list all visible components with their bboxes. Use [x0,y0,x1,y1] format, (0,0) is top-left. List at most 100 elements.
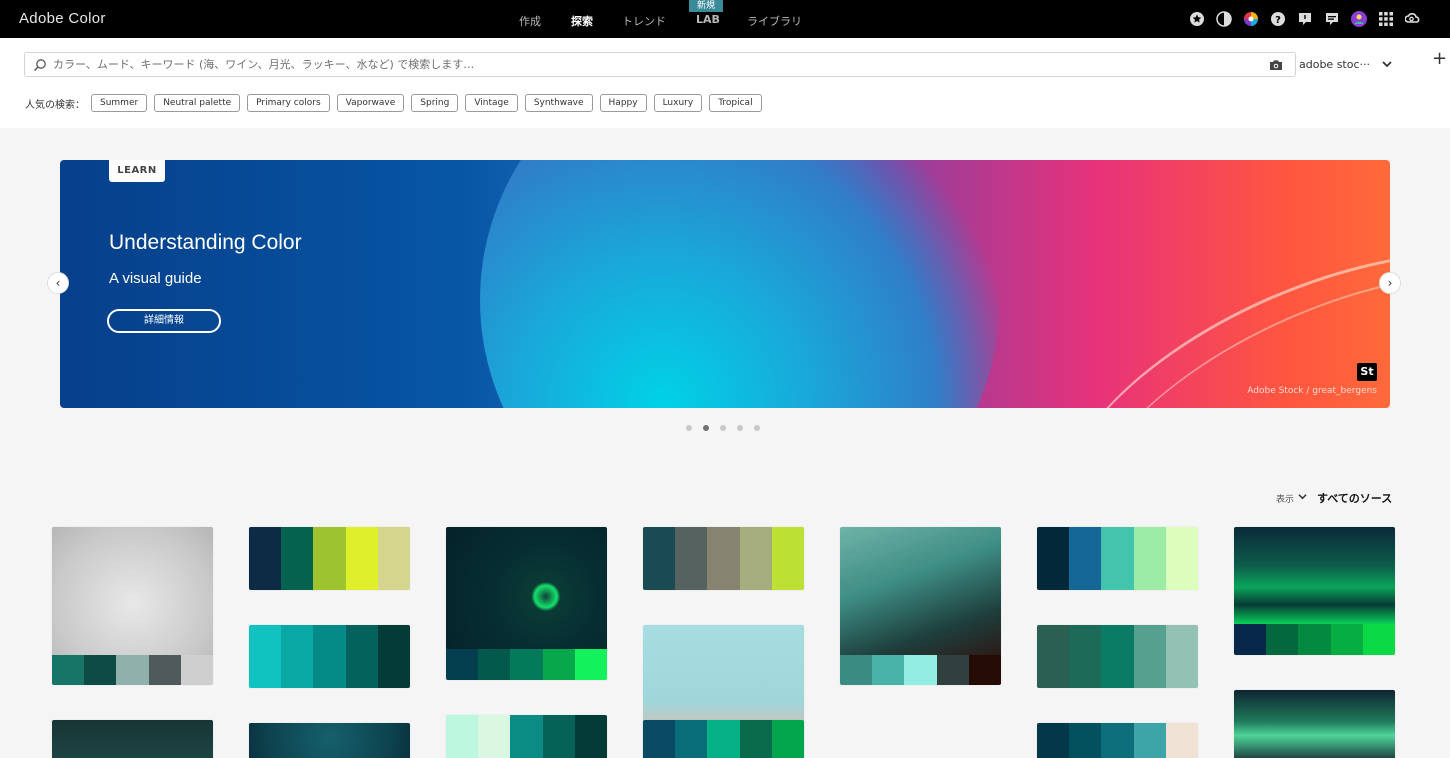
palette-card[interactable] [1234,690,1395,758]
color-swatch[interactable] [345,527,378,590]
color-swatch[interactable] [1165,625,1198,688]
popular-tag[interactable]: Summer [91,94,148,112]
carousel-next-button[interactable]: › [1379,272,1401,294]
color-swatch[interactable] [739,527,772,590]
color-swatch[interactable] [675,527,708,590]
palette-card[interactable] [446,715,607,758]
color-swatch[interactable] [643,527,676,590]
star-icon[interactable] [1188,10,1206,28]
color-swatch[interactable] [643,720,676,758]
help-icon[interactable]: ? [1269,10,1287,28]
nav-trends[interactable]: トレンド [622,13,666,29]
nav-lab[interactable]: LAB [696,13,720,26]
search-box[interactable] [24,52,1296,77]
color-swatch[interactable] [1101,625,1134,688]
color-swatch[interactable] [1101,723,1134,758]
contrast-icon[interactable] [1215,10,1233,28]
color-swatch[interactable] [840,655,873,685]
color-swatch[interactable] [148,655,181,685]
color-swatch[interactable] [510,715,543,758]
color-swatch[interactable] [707,720,740,758]
color-swatch[interactable] [872,655,905,685]
color-swatch[interactable] [1133,723,1166,758]
color-swatch[interactable] [675,720,708,758]
palette-card[interactable] [52,527,213,685]
color-swatch[interactable] [281,625,314,688]
carousel-dot-active[interactable] [703,425,709,431]
color-swatch[interactable] [1101,527,1134,590]
color-swatch[interactable] [377,625,410,688]
carousel-dot[interactable] [720,425,726,431]
palette-card[interactable] [643,527,804,590]
carousel-dot[interactable] [686,425,692,431]
popular-tag[interactable]: Luxury [653,94,703,112]
apps-grid-icon[interactable] [1377,10,1395,28]
user-avatar-icon[interactable] [1350,10,1368,28]
color-swatch[interactable] [52,655,85,685]
view-filter[interactable]: 表示 すべてのソース [1276,490,1392,506]
color-swatch[interactable] [1330,624,1363,655]
color-swatch[interactable] [1069,723,1102,758]
color-swatch[interactable] [968,655,1001,685]
popular-tag[interactable]: Vaporwave [336,94,405,112]
palette-card[interactable] [446,527,607,680]
color-wheel-icon[interactable] [1242,10,1260,28]
popular-tag[interactable]: Synthwave [524,94,593,112]
palette-card[interactable] [1037,625,1198,688]
feedback-icon[interactable] [1323,10,1341,28]
palette-card[interactable] [1234,527,1395,655]
palette-card[interactable] [1037,527,1198,590]
palette-card[interactable] [249,723,410,758]
color-swatch[interactable] [1234,624,1267,655]
popular-tag[interactable]: Spring [411,94,459,112]
palette-card[interactable] [1037,723,1198,758]
popular-tag[interactable]: Vintage [465,94,518,112]
palette-card[interactable] [249,625,410,688]
color-swatch[interactable] [1266,624,1299,655]
color-swatch[interactable] [345,625,378,688]
color-swatch[interactable] [313,527,346,590]
plus-icon[interactable]: + [1432,48,1447,69]
color-swatch[interactable] [1298,624,1331,655]
color-swatch[interactable] [771,527,804,590]
palette-card[interactable] [52,720,213,758]
source-dropdown[interactable]: adobe stoc··· [1299,58,1392,71]
color-swatch[interactable] [249,625,282,688]
color-swatch[interactable] [1037,625,1070,688]
color-swatch[interactable] [771,720,804,758]
color-swatch[interactable] [574,649,607,680]
carousel-dot[interactable] [737,425,743,431]
color-swatch[interactable] [180,655,213,685]
color-swatch[interactable] [1037,723,1070,758]
search-input[interactable] [53,56,1253,73]
camera-icon[interactable] [1269,57,1283,76]
color-swatch[interactable] [707,527,740,590]
nav-explore[interactable]: 探索 [571,13,593,29]
color-swatch[interactable] [542,649,575,680]
color-swatch[interactable] [1037,527,1070,590]
color-swatch[interactable] [542,715,575,758]
color-swatch[interactable] [936,655,969,685]
color-swatch[interactable] [249,527,282,590]
color-swatch[interactable] [1133,527,1166,590]
color-swatch[interactable] [446,715,479,758]
color-swatch[interactable] [313,625,346,688]
color-swatch[interactable] [281,527,314,590]
color-swatch[interactable] [84,655,117,685]
color-swatch[interactable] [1069,625,1102,688]
color-swatch[interactable] [1165,723,1198,758]
learn-more-button[interactable]: 詳細情報 [107,309,221,333]
palette-card[interactable] [840,527,1001,685]
palette-card[interactable] [249,527,410,590]
popular-tag[interactable]: Tropical [709,94,762,112]
popular-tag[interactable]: Primary colors [247,94,330,112]
creative-cloud-icon[interactable] [1404,10,1422,28]
nav-libraries[interactable]: ライブラリ [747,13,802,29]
carousel-dot[interactable] [754,425,760,431]
color-swatch[interactable] [478,715,511,758]
color-swatch[interactable] [377,527,410,590]
color-swatch[interactable] [1069,527,1102,590]
color-swatch[interactable] [1165,527,1198,590]
color-swatch[interactable] [446,649,479,680]
nav-create[interactable]: 作成 [519,13,541,29]
